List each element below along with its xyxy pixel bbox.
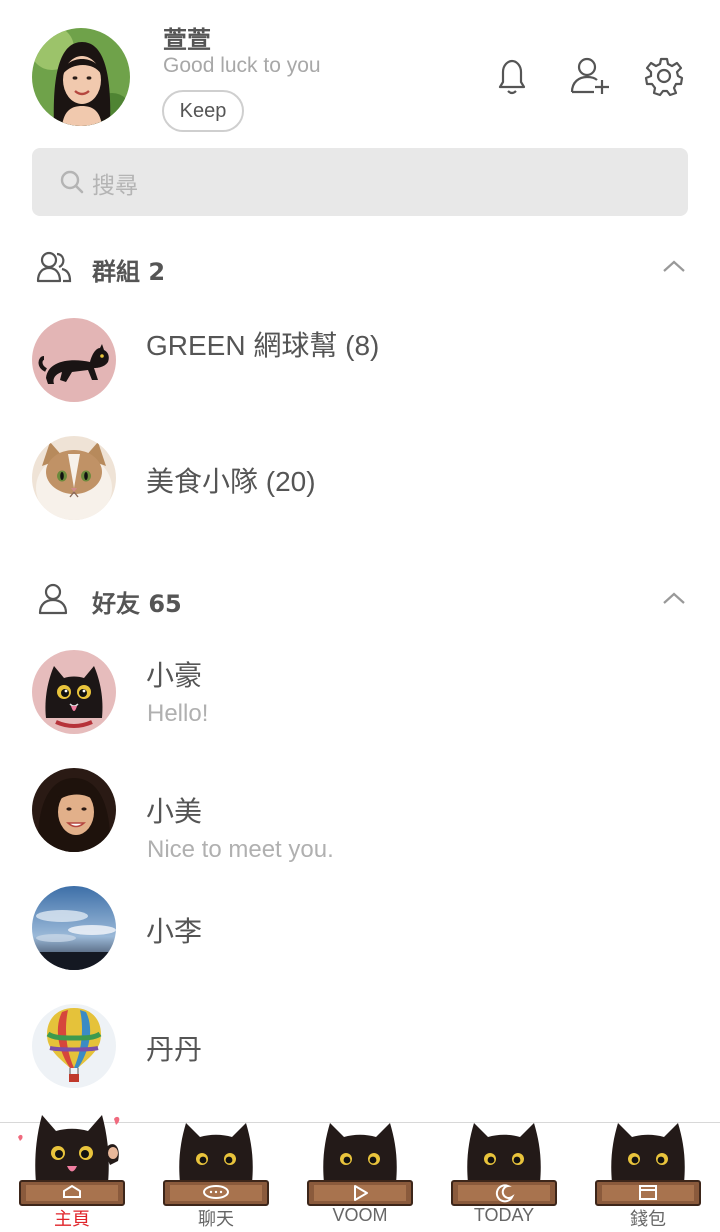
group-name: 美食小隊 (20): [146, 466, 316, 497]
bell-icon[interactable]: [490, 54, 534, 98]
friends-title: 好友 65: [92, 590, 182, 618]
friend-name: 小豪: [146, 660, 203, 691]
chevron-up-icon[interactable]: [660, 254, 688, 278]
group-row[interactable]: GREEN 網球幫 (8): [0, 318, 720, 408]
group-row[interactable]: 美食小隊 (20): [0, 436, 720, 526]
profile-status-message[interactable]: Good luck to you: [163, 54, 321, 78]
add-friend-icon[interactable]: [568, 54, 612, 98]
tab-voom[interactable]: VOOM: [288, 1123, 432, 1232]
friend-row[interactable]: 丹丹: [0, 1004, 720, 1094]
keep-button[interactable]: Keep: [162, 90, 244, 132]
tab-label: 主頁: [54, 1209, 90, 1229]
search-icon: [58, 168, 86, 196]
friend-status-message: Nice to meet you.: [147, 836, 334, 863]
group-avatar-fluffy-cat: [32, 436, 116, 520]
friend-row[interactable]: 小豪 Hello!: [0, 650, 720, 740]
friend-avatar-balloon: [32, 1004, 116, 1088]
friend-row[interactable]: 小李: [0, 886, 720, 976]
group-icon: [36, 250, 72, 284]
settings-gear-icon[interactable]: [642, 54, 686, 98]
tab-label: VOOM: [332, 1205, 388, 1225]
tab-label: 聊天: [198, 1209, 234, 1229]
friend-name: 小李: [146, 916, 203, 947]
tab-wallet[interactable]: 錢包: [576, 1123, 720, 1232]
friend-name: 丹丹: [146, 1034, 203, 1065]
friend-status-message: Hello!: [147, 700, 209, 727]
friend-row[interactable]: 小美 Nice to meet you.: [0, 768, 720, 863]
groups-section-header[interactable]: 群組 2: [0, 242, 720, 292]
tab-chats[interactable]: 聊天: [144, 1123, 288, 1232]
profile-header: 萱萱 Good luck to you Keep: [0, 0, 720, 140]
friends-section-header[interactable]: 好友 65: [0, 574, 720, 624]
wallet-icon: [595, 1123, 701, 1206]
friend-avatar-woman: [32, 768, 116, 852]
tab-today[interactable]: TODAY: [432, 1123, 576, 1232]
tab-home[interactable]: 主頁: [0, 1115, 144, 1232]
bottom-navigation: 主頁 聊天 VOOM TODAY 錢包: [0, 1115, 720, 1232]
groups-title: 群組 2: [92, 258, 166, 286]
search-placeholder: 搜尋: [92, 173, 138, 199]
voom-play-icon: [307, 1123, 413, 1206]
friend-avatar-sky: [32, 886, 116, 970]
friend-avatar-black-cat: [32, 650, 116, 734]
tab-label: TODAY: [473, 1205, 535, 1225]
tab-label: 錢包: [630, 1209, 666, 1229]
search-input[interactable]: 搜尋: [32, 148, 688, 216]
chevron-up-icon[interactable]: [660, 586, 688, 610]
profile-avatar[interactable]: [32, 28, 130, 126]
group-avatar-black-cat: [32, 318, 116, 402]
today-moon-icon: [451, 1123, 557, 1206]
friend-name: 小美: [146, 796, 203, 827]
home-icon: [18, 1115, 125, 1206]
chat-bubble-icon: [163, 1123, 269, 1206]
profile-name: 萱萱: [163, 26, 211, 54]
group-name: GREEN 網球幫 (8): [146, 330, 380, 361]
person-icon: [36, 582, 72, 616]
